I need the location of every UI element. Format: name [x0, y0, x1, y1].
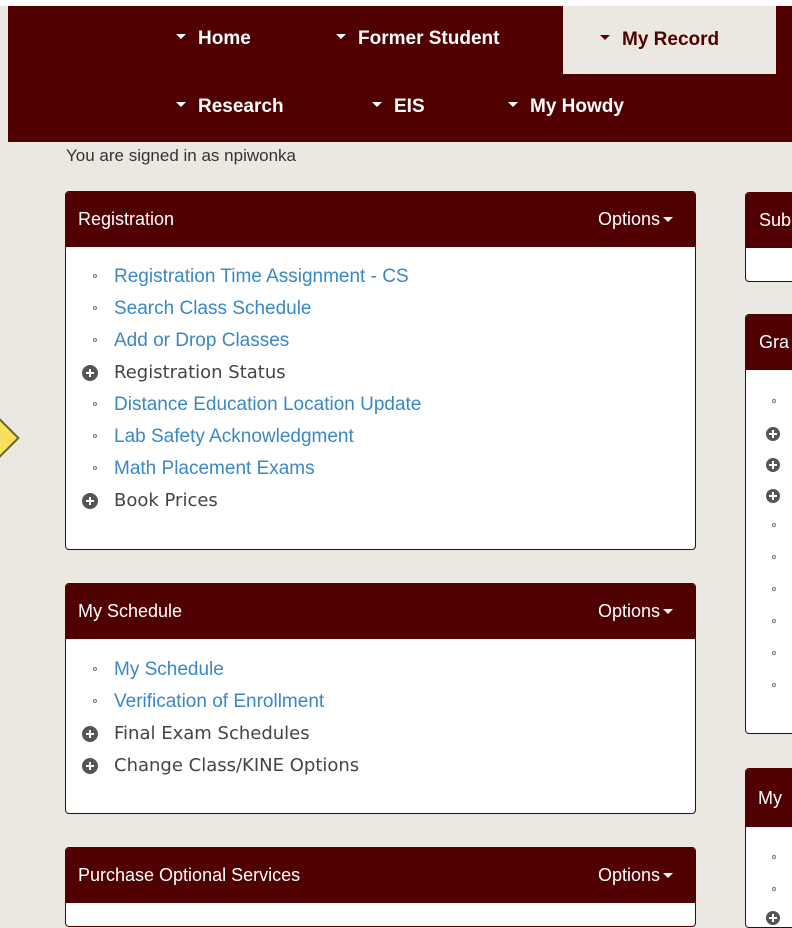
expand-change-class-kine[interactable]: Change Class/KINE Options — [80, 750, 695, 782]
bullet-icon — [772, 555, 776, 559]
caret-down-icon — [508, 102, 518, 108]
plus-circle-icon — [82, 726, 98, 742]
bullet-icon — [93, 667, 97, 671]
panel-title: My Schedule — [78, 601, 183, 621]
caret-down-icon — [336, 34, 346, 40]
bullet-icon — [93, 466, 97, 470]
nav-my-howdy[interactable]: My Howdy — [508, 90, 624, 124]
caret-down-icon — [372, 102, 382, 108]
bullet-icon — [93, 338, 97, 342]
link-lab-safety[interactable]: Lab Safety Acknowledgment — [80, 421, 695, 453]
nav-my-record[interactable]: My Record — [563, 6, 776, 74]
purchase-options-button[interactable]: Options — [598, 848, 673, 903]
bullet-icon — [772, 887, 776, 891]
link-math-placement[interactable]: Math Placement Exams — [80, 453, 695, 485]
nav-research[interactable]: Research — [176, 90, 284, 124]
plus-circle-icon[interactable] — [766, 427, 780, 441]
bullet-icon — [93, 699, 97, 703]
caret-down-icon — [176, 34, 186, 40]
registration-panel: Registration Options Registration Time A… — [65, 191, 696, 550]
bullet-icon — [772, 683, 776, 687]
expand-final-exam-schedules[interactable]: Final Exam Schedules — [80, 718, 695, 750]
expand-registration-status[interactable]: Registration Status — [80, 357, 695, 389]
schedule-panel-header: My Schedule Options — [66, 584, 695, 639]
link-my-schedule[interactable]: My Schedule — [80, 654, 695, 686]
bullet-icon — [772, 523, 776, 527]
registration-panel-header: Registration Options — [66, 192, 695, 247]
right-panel-gra-header: Gra — [746, 315, 792, 370]
right-panel-sub: Sub — [745, 192, 792, 282]
bullet-icon — [772, 619, 776, 623]
link-verification-enrollment[interactable]: Verification of Enrollment — [80, 686, 695, 718]
bullet-icon — [772, 587, 776, 591]
plus-circle-icon[interactable] — [766, 458, 780, 472]
schedule-list: My Schedule Verification of Enrollment F… — [66, 654, 695, 782]
bullet-icon — [93, 434, 97, 438]
link-distance-education[interactable]: Distance Education Location Update — [80, 389, 695, 421]
purchase-panel-header: Purchase Optional Services Options — [66, 848, 695, 903]
bullet-icon — [772, 399, 776, 403]
bullet-icon — [93, 402, 97, 406]
right-panel-sub-header: Sub — [746, 193, 792, 248]
nav-former-student[interactable]: Former Student — [336, 22, 499, 56]
nav-home[interactable]: Home — [176, 22, 251, 56]
plus-circle-icon[interactable] — [766, 911, 780, 925]
expand-book-prices[interactable]: Book Prices — [80, 485, 695, 517]
link-add-drop-classes[interactable]: Add or Drop Classes — [80, 325, 695, 357]
bullet-icon — [93, 306, 97, 310]
panel-title: Registration — [78, 209, 175, 229]
plus-circle-icon — [82, 758, 98, 774]
caret-down-icon — [176, 102, 186, 108]
bullet-icon — [772, 651, 776, 655]
pointer-arrow-icon — [0, 418, 20, 458]
registration-options-button[interactable]: Options — [598, 192, 673, 247]
right-panel-gra: Gra — [745, 314, 792, 734]
link-registration-time-assignment[interactable]: Registration Time Assignment - CS — [80, 261, 695, 293]
caret-down-icon — [663, 872, 673, 878]
bullet-icon — [772, 855, 776, 859]
right-panel-my-header: My — [746, 769, 792, 827]
schedule-panel: My Schedule Options My Schedule Verifica… — [65, 583, 696, 814]
schedule-options-button[interactable]: Options — [598, 584, 673, 639]
caret-down-icon — [600, 35, 610, 41]
main-navbar: Home Former Student My Record Research E… — [8, 6, 792, 142]
signed-in-text: You are signed in as npiwonka — [66, 146, 296, 165]
bullet-icon — [93, 274, 97, 278]
nav-eis[interactable]: EIS — [372, 90, 425, 124]
plus-circle-icon — [82, 365, 98, 381]
panel-title: Purchase Optional Services — [78, 865, 301, 885]
plus-circle-icon — [82, 493, 98, 509]
purchase-panel: Purchase Optional Services Options — [65, 847, 696, 927]
caret-down-icon — [663, 216, 673, 222]
caret-down-icon — [663, 608, 673, 614]
right-panel-my: My — [745, 768, 792, 928]
link-search-class-schedule[interactable]: Search Class Schedule — [80, 293, 695, 325]
plus-circle-icon[interactable] — [766, 489, 780, 503]
registration-list: Registration Time Assignment - CS Search… — [66, 261, 695, 517]
